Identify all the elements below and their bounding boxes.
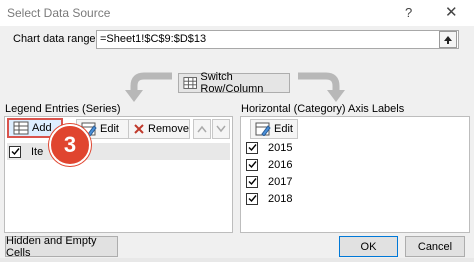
move-down-button[interactable] xyxy=(212,119,230,139)
axis-item-label: 2015 xyxy=(268,141,293,154)
step-number-badge: 3 xyxy=(49,124,91,166)
curved-arrow-left-icon xyxy=(125,72,172,102)
axis-labels-panel: Edit 2015 2016 2017 2018 xyxy=(240,116,470,233)
legend-entries-title: Legend Entries (Series) xyxy=(5,103,121,115)
close-icon[interactable]: ✕ xyxy=(445,3,458,21)
axis-item-label: 2018 xyxy=(268,192,293,205)
series-list-item[interactable]: Ite xyxy=(7,143,230,160)
edit-series-label: Edit xyxy=(100,123,119,135)
hidden-empty-cells-button[interactable]: Hidden and Empty Cells xyxy=(5,235,118,259)
ok-button[interactable]: OK xyxy=(339,236,398,257)
remove-series-button[interactable]: Remove xyxy=(128,119,190,139)
dialog-title: Select Data Source xyxy=(7,6,111,20)
axis-item-checkbox[interactable] xyxy=(246,192,258,205)
axis-item-checkbox[interactable] xyxy=(246,141,258,154)
cancel-button[interactable]: Cancel xyxy=(405,236,465,257)
remove-x-icon xyxy=(134,124,144,134)
chevron-down-icon xyxy=(216,125,226,133)
collapse-arrow-icon xyxy=(444,35,452,44)
series-checkbox[interactable] xyxy=(9,145,21,158)
add-series-label: Add xyxy=(32,122,52,134)
axis-item-checkbox[interactable] xyxy=(246,175,258,188)
axis-list-item[interactable]: 2018 xyxy=(246,190,292,207)
series-label: Ite xyxy=(31,145,44,158)
remove-series-label: Remove xyxy=(148,123,189,135)
axis-list-item[interactable]: 2017 xyxy=(246,173,292,190)
axis-list-item[interactable]: 2016 xyxy=(246,156,292,173)
edit-axis-labels-button[interactable]: Edit xyxy=(250,119,298,139)
switch-row-column-label: Switch Row/Column xyxy=(200,71,264,95)
collapse-dialog-button[interactable] xyxy=(439,31,457,48)
axis-item-label: 2016 xyxy=(268,158,293,171)
add-table-icon xyxy=(13,121,29,135)
help-icon[interactable]: ? xyxy=(405,5,412,20)
axis-item-checkbox[interactable] xyxy=(246,158,258,171)
checkmark-icon xyxy=(248,144,257,152)
title-bar: Select Data Source ? ✕ xyxy=(0,0,474,26)
axis-list-item[interactable]: 2015 xyxy=(246,139,292,156)
worksheet-edge xyxy=(0,258,474,262)
checkmark-icon xyxy=(11,148,20,156)
checkmark-icon xyxy=(248,195,257,203)
edit-axis-labels-label: Edit xyxy=(274,123,293,135)
edit-table-icon xyxy=(255,122,271,136)
legend-entries-panel: Add Edit Remove Ite xyxy=(4,116,233,233)
axis-item-label: 2017 xyxy=(268,175,293,188)
curved-arrow-right-icon xyxy=(298,72,345,102)
checkmark-icon xyxy=(248,161,257,169)
checkmark-icon xyxy=(248,178,257,186)
move-up-button[interactable] xyxy=(193,119,211,139)
chart-range-input[interactable]: =Sheet1!$C$9:$D$13 xyxy=(96,30,459,49)
switch-row-column-button[interactable]: Switch Row/Column xyxy=(178,71,290,95)
chevron-up-icon xyxy=(197,125,207,133)
chart-range-label: Chart data range: xyxy=(13,33,99,45)
axis-labels-title: Horizontal (Category) Axis Labels xyxy=(241,103,405,115)
switch-grid-icon xyxy=(183,77,197,89)
